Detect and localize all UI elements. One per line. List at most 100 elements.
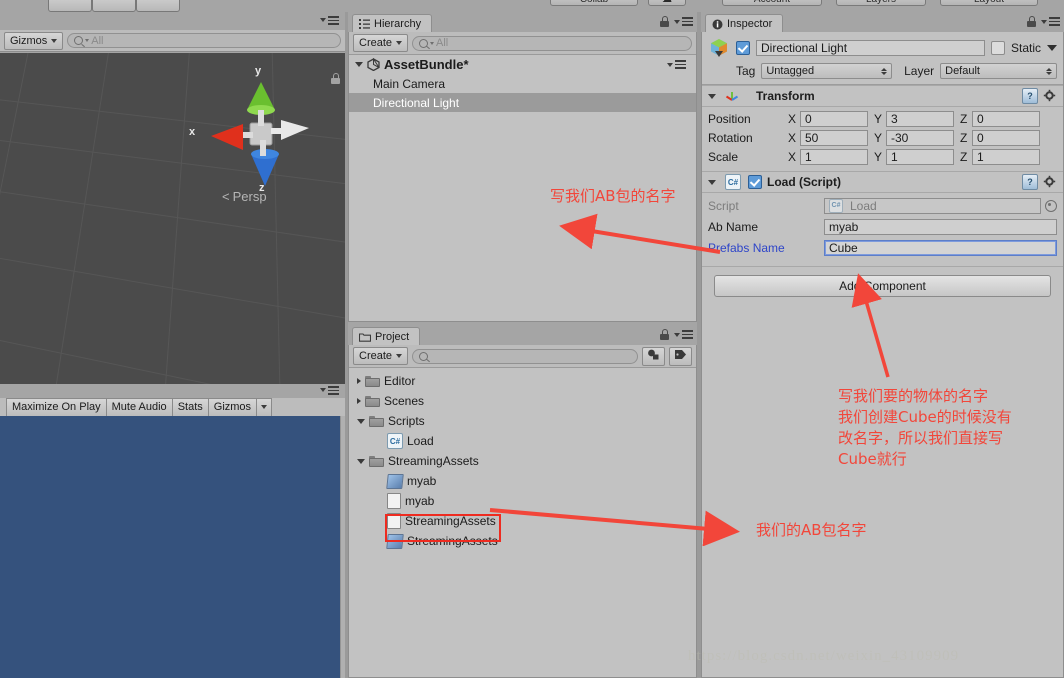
project-row-editor[interactable]: Editor xyxy=(349,371,696,391)
scene-search-input[interactable]: All xyxy=(67,33,341,48)
mute-audio-button[interactable]: Mute Audio xyxy=(106,397,173,417)
help-icon[interactable]: ? xyxy=(1022,174,1038,190)
game-view-menu[interactable] xyxy=(320,386,339,395)
folder-icon xyxy=(365,375,380,387)
chevron-down-icon[interactable] xyxy=(357,418,365,424)
game-viewport[interactable] xyxy=(0,416,340,678)
scale-x-field[interactable]: 1 xyxy=(800,148,868,165)
tag-label: Tag xyxy=(736,64,756,78)
chevron-right-icon[interactable] xyxy=(357,378,361,384)
object-name-field[interactable]: Directional Light xyxy=(756,40,985,56)
hierarchy-scene-row[interactable]: AssetBundle* xyxy=(349,55,696,74)
lock-icon[interactable] xyxy=(1027,16,1036,27)
rotation-x-field[interactable]: 50 xyxy=(800,129,868,146)
position-x-field[interactable]: 0 xyxy=(800,110,868,127)
project-header-controls[interactable] xyxy=(660,329,693,340)
play-button[interactable] xyxy=(48,0,92,12)
stats-button[interactable]: Stats xyxy=(172,397,209,417)
static-checkbox[interactable] xyxy=(990,41,1005,55)
hierarchy-item-directional-light[interactable]: Directional Light xyxy=(349,93,696,112)
game-gizmos-button[interactable]: Gizmos xyxy=(208,397,258,417)
inspector-tabbar: Inspector xyxy=(701,12,1064,33)
cloud-button[interactable]: ☁ xyxy=(648,0,686,6)
ab-name-field[interactable]: myab xyxy=(824,218,1057,235)
project-filter-type-button[interactable] xyxy=(642,346,665,366)
layout-button[interactable]: Layout xyxy=(940,0,1038,6)
account-button[interactable]: Account xyxy=(722,0,822,6)
load-script-component-header[interactable]: C# Load (Script) ? xyxy=(702,171,1063,193)
project-filter-label-button[interactable] xyxy=(669,346,692,366)
filter-type-icon xyxy=(647,349,660,363)
prefabs-name-field[interactable]: Cube xyxy=(824,239,1057,256)
inspector-header-controls[interactable] xyxy=(1027,16,1060,27)
project-search-input[interactable] xyxy=(412,348,638,364)
prefabs-name-label: Prefabs Name xyxy=(708,240,785,255)
transform-component-body: Position X 0 Y 3 Z 0 Rotation X 50 Y -30… xyxy=(702,107,1063,171)
position-z-field[interactable]: 0 xyxy=(972,110,1040,127)
pause-button[interactable] xyxy=(92,0,136,12)
chevron-right-icon[interactable] xyxy=(357,398,361,404)
tab-project[interactable]: Project xyxy=(352,327,421,346)
hierarchy-scene-name: AssetBundle* xyxy=(384,57,469,72)
tab-inspector[interactable]: Inspector xyxy=(705,14,784,33)
hierarchy-search-input[interactable]: All xyxy=(412,35,692,51)
chevron-down-icon[interactable] xyxy=(355,62,363,67)
lock-icon[interactable] xyxy=(660,329,669,340)
tab-project-label: Project xyxy=(375,331,410,343)
layer-dropdown[interactable]: Default xyxy=(940,63,1057,79)
gear-icon[interactable] xyxy=(1043,175,1057,189)
collab-button[interactable]: Collab xyxy=(550,0,638,6)
position-y-field[interactable]: 3 xyxy=(886,110,954,127)
layers-button[interactable]: Layers xyxy=(836,0,926,6)
project-row-streamingassets-folder[interactable]: StreamingAssets xyxy=(349,451,696,471)
tag-dropdown[interactable]: Untagged xyxy=(761,63,893,79)
script-row: Script C# Load xyxy=(708,196,1057,215)
maximize-on-play-button[interactable]: Maximize On Play xyxy=(6,397,107,417)
project-create-button[interactable]: Create xyxy=(353,347,409,365)
project-row-load[interactable]: C# Load xyxy=(349,431,696,451)
transform-component-header[interactable]: Transform ? xyxy=(702,85,1063,107)
kebab-menu-icon[interactable] xyxy=(320,386,339,395)
scene-persp-label[interactable]: < Persp xyxy=(222,189,267,204)
account-label: Account xyxy=(754,0,790,5)
static-dropdown-icon[interactable] xyxy=(1047,45,1057,51)
chevron-down-icon[interactable] xyxy=(357,458,365,464)
step-button[interactable] xyxy=(136,0,180,12)
lock-icon[interactable] xyxy=(660,16,669,27)
hierarchy-item-main-camera[interactable]: Main Camera xyxy=(349,74,696,93)
project-row-scenes[interactable]: Scenes xyxy=(349,391,696,411)
scene-kebab-menu-icon[interactable] xyxy=(667,60,686,69)
axis-y-label: Y xyxy=(874,111,883,126)
tab-hierarchy-label: Hierarchy xyxy=(374,18,422,30)
help-icon[interactable]: ? xyxy=(1022,88,1038,104)
scene-axis-gizmo[interactable]: y x z xyxy=(189,65,325,198)
kebab-menu-icon[interactable] xyxy=(1041,17,1060,26)
hierarchy-create-button[interactable]: Create xyxy=(353,34,409,52)
tab-hierarchy[interactable]: Hierarchy xyxy=(352,14,433,33)
rotation-z-field[interactable]: 0 xyxy=(972,129,1040,146)
kebab-menu-icon[interactable] xyxy=(674,330,693,339)
game-gizmos-dropdown[interactable] xyxy=(257,397,273,417)
kebab-menu-icon[interactable] xyxy=(320,16,339,25)
scale-y-field[interactable]: 1 xyxy=(886,148,954,165)
project-row-scripts[interactable]: Scripts xyxy=(349,411,696,431)
chevron-down-icon[interactable] xyxy=(708,93,716,99)
annotation-arrow-ab-file xyxy=(489,508,740,546)
object-picker-icon[interactable] xyxy=(1045,199,1057,212)
rotation-y-field[interactable]: -30 xyxy=(886,129,954,146)
scene-viewport[interactable]: y x z < Persp xyxy=(0,53,345,384)
project-row-myab-bundle[interactable]: myab xyxy=(349,471,696,491)
load-script-enabled-checkbox[interactable] xyxy=(748,175,762,189)
kebab-menu-icon[interactable] xyxy=(674,17,693,26)
project-tabbar: Project xyxy=(348,325,697,346)
hierarchy-header-controls[interactable] xyxy=(660,16,693,27)
chevron-down-icon[interactable] xyxy=(708,179,716,185)
unity-scene-icon xyxy=(367,57,380,72)
object-enabled-checkbox[interactable] xyxy=(736,41,750,55)
search-icon xyxy=(419,351,429,361)
gear-icon[interactable] xyxy=(1043,89,1057,103)
scale-z-field[interactable]: 1 xyxy=(972,148,1040,165)
script-object-field[interactable]: C# Load xyxy=(824,197,1041,214)
scene-gizmos-button[interactable]: Gizmos xyxy=(4,31,64,50)
scene-view-menu[interactable] xyxy=(320,16,339,25)
